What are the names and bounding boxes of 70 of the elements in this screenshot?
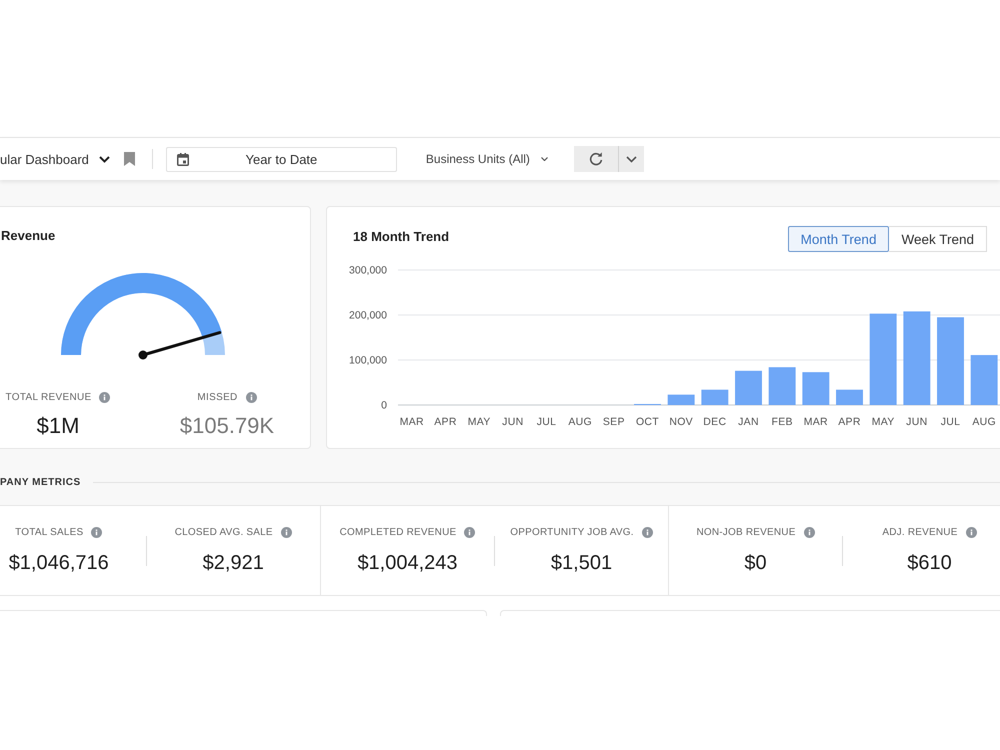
chart-bar bbox=[668, 394, 695, 405]
metric-label: OPPORTUNITY JOB AVG. bbox=[510, 526, 634, 538]
stat-label: TOTAL REVENUE bbox=[6, 392, 92, 402]
section-title: PANY METRICS bbox=[0, 476, 81, 488]
x-axis-label: AUG bbox=[568, 416, 592, 428]
more-options-button[interactable] bbox=[618, 146, 644, 172]
metric-value: $2,921 bbox=[202, 551, 264, 575]
y-axis-label: 200,000 bbox=[349, 310, 387, 322]
metric-value: $610 bbox=[907, 551, 952, 575]
y-axis-label: 0 bbox=[381, 400, 387, 412]
info-icon[interactable] bbox=[91, 526, 102, 538]
chart-bar bbox=[802, 372, 830, 405]
card-title: Revenue bbox=[1, 228, 56, 244]
metric-label: ADJ. REVENUE bbox=[882, 526, 958, 538]
stat-value: $105.79K bbox=[180, 413, 274, 439]
caret-icon bbox=[540, 157, 548, 161]
x-axis-label: OCT bbox=[636, 416, 660, 428]
metric-value: $0 bbox=[744, 551, 767, 575]
x-axis-label: JUN bbox=[502, 416, 524, 428]
x-axis-label: MAR bbox=[400, 416, 424, 428]
metric-label: TOTAL SALES bbox=[15, 526, 84, 538]
x-axis-label: JUN bbox=[906, 416, 928, 428]
metric-value: $1,046,716 bbox=[8, 551, 109, 575]
date-range-picker[interactable]: Year to Date bbox=[166, 146, 397, 172]
date-range-value: Year to Date bbox=[244, 152, 318, 166]
info-icon[interactable] bbox=[642, 526, 653, 538]
y-axis-label: 100,000 bbox=[349, 354, 387, 366]
chevron-down-icon bbox=[626, 156, 637, 162]
info-icon[interactable] bbox=[280, 526, 292, 538]
chart-bar bbox=[768, 367, 796, 405]
info-icon[interactable] bbox=[804, 526, 815, 538]
metric-label: CLOSED AVG. SALE bbox=[174, 526, 273, 538]
chevron-down-icon bbox=[98, 156, 110, 162]
info-icon[interactable] bbox=[464, 526, 476, 538]
chart-bar bbox=[970, 355, 998, 405]
x-axis-label: APR bbox=[434, 416, 457, 428]
chart-bar bbox=[701, 390, 728, 405]
calendar-icon bbox=[176, 152, 189, 166]
info-icon[interactable] bbox=[966, 526, 977, 538]
metric-value: $1,004,243 bbox=[357, 551, 458, 575]
trend-tab[interactable]: Month Trend bbox=[788, 226, 890, 252]
refresh-button[interactable] bbox=[574, 146, 619, 172]
x-axis-label: APR bbox=[838, 416, 861, 428]
x-axis-label: AUG bbox=[972, 416, 996, 428]
bookmark-icon bbox=[124, 152, 135, 166]
stat-value: $1M bbox=[36, 413, 80, 439]
chart-bar bbox=[735, 370, 762, 405]
x-axis-label: JAN bbox=[738, 416, 759, 428]
info-icon[interactable] bbox=[246, 392, 257, 402]
metric-value: $1,501 bbox=[550, 551, 612, 575]
card-title: 18 Month Trend bbox=[353, 229, 450, 245]
x-axis-label: JUL bbox=[940, 416, 960, 428]
y-axis-label: 300,000 bbox=[349, 264, 387, 276]
x-axis-label: FEB bbox=[772, 416, 793, 428]
x-axis-label: JUL bbox=[536, 416, 556, 428]
info-icon[interactable] bbox=[99, 392, 110, 402]
business-units-dropdown[interactable]: Business Units (All) bbox=[426, 147, 548, 171]
dashboard-selector[interactable]: ular Dashboard bbox=[0, 147, 110, 171]
metric-label: NON-JOB REVENUE bbox=[696, 526, 796, 538]
chart-bar bbox=[836, 390, 863, 405]
metric-label: COMPLETED REVENUE bbox=[340, 526, 456, 538]
x-axis-label: DEC bbox=[703, 416, 726, 428]
stat-label: MISSED bbox=[197, 392, 238, 402]
x-axis-label: MAY bbox=[468, 416, 491, 428]
x-axis-label: SEP bbox=[602, 416, 625, 428]
trend-tab[interactable]: Week Trend bbox=[889, 226, 987, 252]
x-axis-label: MAY bbox=[872, 416, 895, 428]
x-axis-label: MAR bbox=[804, 416, 828, 428]
refresh-icon bbox=[588, 152, 603, 166]
x-axis-label: NOV bbox=[669, 416, 693, 428]
